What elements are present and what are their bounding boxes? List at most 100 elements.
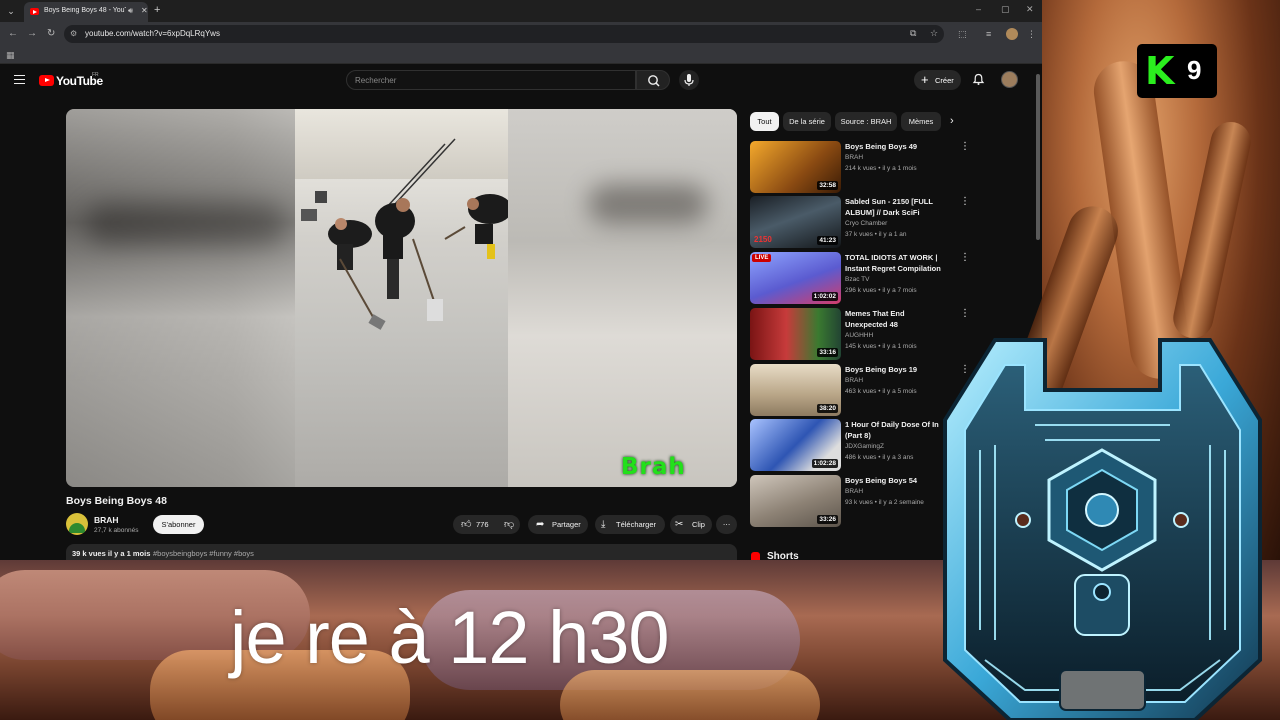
channel-name[interactable]: BRAH	[94, 515, 119, 525]
video-thumbnail[interactable]: LIVE 1:02:02	[750, 252, 841, 304]
region-code: FR	[92, 72, 99, 78]
like-count[interactable]: 776	[476, 515, 489, 534]
rec-menu-icon[interactable]: ⋮	[960, 196, 970, 207]
forward-icon[interactable]: →	[27, 28, 37, 40]
thumbs-up-icon[interactable]: 👍︎	[461, 515, 471, 534]
account-avatar[interactable]	[1001, 71, 1018, 88]
thumbnail-badge: 2150	[754, 235, 772, 244]
rec-channel[interactable]: AUGHHH	[845, 332, 873, 339]
rec-channel[interactable]: BRAH	[845, 154, 863, 161]
search-input[interactable]	[347, 71, 635, 89]
hamburger-menu-icon[interactable]	[14, 75, 25, 84]
video-thumbnail[interactable]: 1:02:28	[750, 419, 841, 471]
shorts-heading: Shorts	[767, 551, 799, 560]
recommendation-item[interactable]: 2150 41:23 Sabled Sun - 2150 [FULL ALBUM…	[750, 196, 970, 248]
description-box[interactable]: 39 k vues il y a 1 mois #boysbeingboys #…	[66, 544, 737, 560]
duration-badge: 41:23	[817, 236, 838, 245]
recommendation-item[interactable]: 32:58 Boys Being Boys 49 BRAH 214 k vues…	[750, 141, 970, 193]
duration-badge: 1:02:28	[811, 459, 838, 468]
cast-icon[interactable]: ⧉	[910, 28, 916, 39]
media-control-icon[interactable]: ≡	[986, 28, 991, 40]
url-text[interactable]: youtube.com/watch?v=6xpDqLRqYws	[85, 29, 220, 38]
share-button[interactable]: ➦ Partager	[528, 515, 588, 534]
description-tags[interactable]: #boysbeingboys #funny #boys	[153, 549, 254, 558]
speaker-icon[interactable]: 🔊︎	[128, 6, 133, 16]
channel-avatar[interactable]	[66, 513, 88, 535]
close-tab-icon[interactable]: ✕	[141, 6, 148, 15]
chip-memes[interactable]: Mèmes	[901, 112, 941, 131]
chip-next-icon[interactable]: ›	[950, 115, 954, 127]
rec-meta: 463 k vues • il y a 5 mois	[845, 388, 917, 395]
rec-channel[interactable]: BRAH	[845, 488, 863, 495]
recommendation-item[interactable]: 38:20 Boys Being Boys 19 BRAH 463 k vues…	[750, 364, 970, 416]
thumbs-down-icon[interactable]: 👎︎	[504, 515, 514, 534]
youtube-logo-icon[interactable]	[39, 75, 54, 86]
more-actions-button[interactable]: ⋯	[716, 515, 737, 534]
rec-channel[interactable]: Cryo Chamber	[845, 220, 887, 227]
recommendation-item[interactable]: 33:16 Memes That End Unexpected 48 AUGHH…	[750, 308, 970, 360]
extensions-icon[interactable]: ⬚	[958, 28, 967, 40]
blurred-right-fill	[508, 109, 737, 487]
rec-menu-icon[interactable]: ⋮	[960, 141, 970, 152]
browser-window: ⌄ Boys Being Boys 48 - YouTu 🔊︎ ✕ + – ▢ …	[0, 0, 1042, 560]
site-info-icon[interactable]: ⚙	[70, 29, 77, 38]
duration-badge: 38:20	[817, 404, 838, 413]
close-window-button[interactable]: ✕	[1026, 4, 1034, 15]
rec-channel[interactable]: JDXGamingZ	[845, 443, 884, 450]
maximize-button[interactable]: ▢	[1001, 4, 1010, 15]
bookmark-star-icon[interactable]: ☆	[930, 28, 938, 39]
menu-kebab-icon[interactable]: ⋮	[1027, 28, 1036, 40]
video-title: Boys Being Boys 48	[66, 495, 167, 507]
description-meta: 39 k vues il y a 1 mois	[72, 549, 151, 558]
more-dots-icon: ⋯	[722, 520, 731, 529]
blurred-left-fill	[66, 109, 296, 487]
chip-source[interactable]: Source : BRAH	[835, 112, 897, 131]
address-bar: ← → ↻ ⚙ youtube.com/watch?v=6xpDqLRqYws …	[0, 22, 1042, 46]
video-player[interactable]: Brah	[66, 109, 737, 487]
rec-title[interactable]: TOTAL IDIOTS AT WORK | Instant Regret Co…	[845, 252, 947, 274]
apps-grid-icon[interactable]: ▦	[6, 50, 15, 61]
rec-menu-icon[interactable]: ⋮	[960, 252, 970, 263]
recommendation-item[interactable]: 33:26 Boys Being Boys 54 BRAH 93 k vues …	[750, 475, 970, 527]
back-icon[interactable]: ←	[8, 28, 18, 40]
recommendation-item[interactable]: 1:02:28 1 Hour Of Daily Dose Of In (Part…	[750, 419, 970, 471]
rec-title[interactable]: Sabled Sun - 2150 [FULL ALBUM] // Dark S…	[845, 196, 947, 218]
youtube-favicon-icon	[30, 8, 39, 15]
chip-series[interactable]: De la série	[783, 112, 831, 131]
clip-button[interactable]: ✂ Clip	[670, 515, 712, 534]
video-thumbnail[interactable]: 38:20	[750, 364, 841, 416]
rec-channel[interactable]: BRAH	[845, 377, 863, 384]
video-thumbnail[interactable]: 33:16	[750, 308, 841, 360]
rec-channel[interactable]: Bzac TV	[845, 276, 869, 283]
live-badge: LIVE	[752, 254, 772, 262]
rec-title[interactable]: Boys Being Boys 49	[845, 141, 947, 152]
create-button[interactable]: + Créer	[914, 70, 961, 90]
rec-menu-icon[interactable]: ⋮	[960, 308, 970, 319]
browser-tab[interactable]: Boys Being Boys 48 - YouTu 🔊︎ ✕	[24, 2, 148, 22]
omnibox[interactable]: ⚙ youtube.com/watch?v=6xpDqLRqYws ⧉ ☆	[64, 25, 944, 43]
video-thumbnail[interactable]: 33:26	[750, 475, 841, 527]
subscribe-button[interactable]: S'abonner	[153, 515, 204, 534]
recommendation-item[interactable]: LIVE 1:02:02 TOTAL IDIOTS AT WORK | Inst…	[750, 252, 970, 304]
rec-meta: 145 k vues • il y a 1 mois	[845, 343, 917, 350]
stream-caption: je re à 12 h30	[230, 596, 670, 679]
page-scrollbar[interactable]	[1036, 74, 1040, 240]
notifications-bell-icon[interactable]	[972, 73, 985, 86]
youtube-page: YouTube FR + Créer	[0, 64, 1042, 560]
search-box[interactable]	[346, 70, 636, 90]
reload-icon[interactable]: ↻	[47, 28, 55, 40]
minimize-button[interactable]: –	[976, 4, 981, 14]
rec-title[interactable]: Memes That End Unexpected 48	[845, 308, 947, 330]
profile-avatar[interactable]	[1006, 28, 1018, 40]
voice-search-button[interactable]	[679, 70, 699, 90]
new-tab-button[interactable]: +	[154, 4, 160, 16]
duration-badge: 33:26	[817, 515, 838, 524]
video-thumbnail[interactable]: 2150 41:23	[750, 196, 841, 248]
rec-meta: 486 k vues • il y a 3 ans	[845, 454, 914, 461]
create-label: Créer	[935, 76, 954, 85]
video-thumbnail[interactable]: 32:58	[750, 141, 841, 193]
search-button[interactable]	[636, 70, 670, 90]
chip-all[interactable]: Tout	[750, 112, 779, 131]
download-button[interactable]: ⤓ Télécharger	[595, 515, 665, 534]
tab-list-button[interactable]: ⌄	[4, 4, 18, 18]
